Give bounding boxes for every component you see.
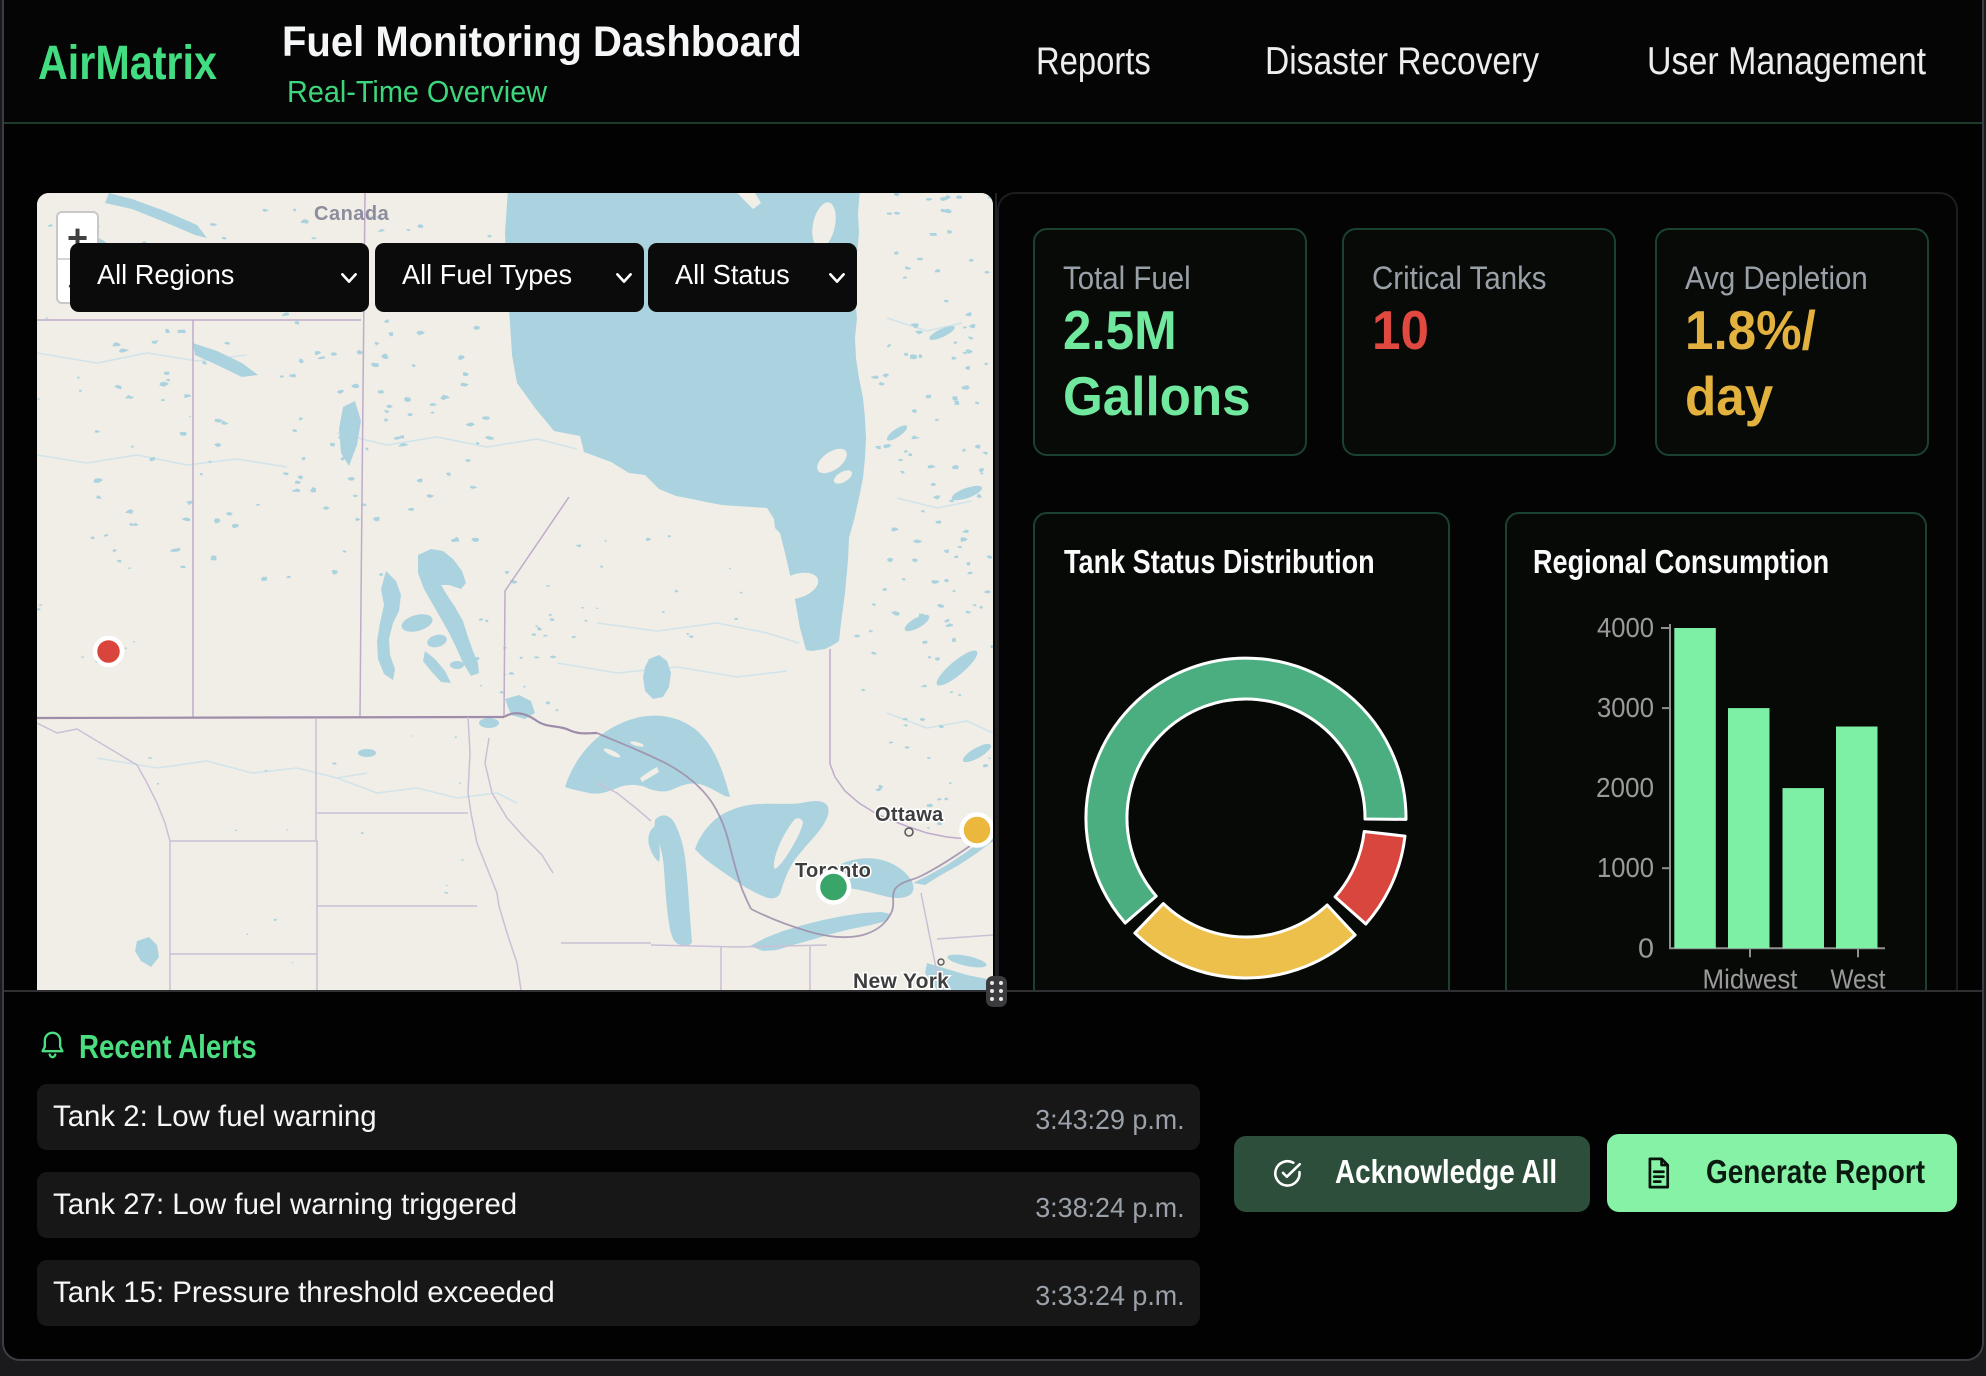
svg-text:Midwest: Midwest <box>1703 963 1798 991</box>
svg-text:Ottawa: Ottawa <box>875 804 944 826</box>
svg-text:West: West <box>1831 963 1886 991</box>
svg-text:Canada: Canada <box>314 203 390 225</box>
svg-text:New York: New York <box>853 970 949 990</box>
svg-text:3000: 3000 <box>1597 692 1654 723</box>
svg-text:2000: 2000 <box>1596 772 1654 803</box>
svg-text:1000: 1000 <box>1597 852 1654 883</box>
svg-text:4000: 4000 <box>1597 612 1654 643</box>
svg-text:0: 0 <box>1638 932 1654 963</box>
